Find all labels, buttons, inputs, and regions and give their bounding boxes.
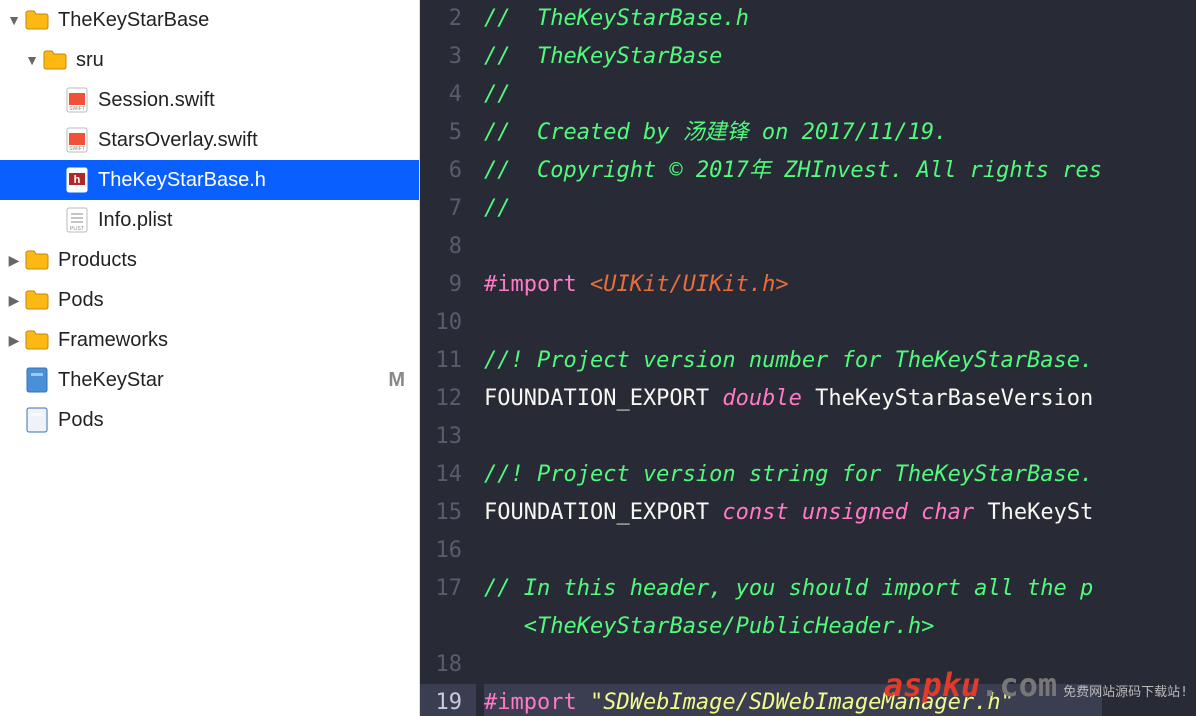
tree-row-label: StarsOverlay.swift	[98, 129, 258, 152]
line-number: 9	[420, 266, 476, 304]
tree-row[interactable]: ▶ Frameworks	[0, 320, 419, 360]
tree-row[interactable]: Pods	[0, 400, 419, 440]
line-number: 11	[420, 342, 476, 380]
code-line[interactable]: FOUNDATION_EXPORT const unsigned char Th…	[484, 494, 1102, 532]
code-content[interactable]: // TheKeyStarBase.h// TheKeyStarBase////…	[476, 0, 1102, 716]
line-gutter: 23456789101112131415161718192021	[420, 0, 476, 716]
code-line[interactable]: //	[484, 190, 1102, 228]
line-number: 19	[420, 684, 476, 716]
line-number: 10	[420, 304, 476, 342]
line-number: 14	[420, 456, 476, 494]
svg-text:SWIFT: SWIFT	[69, 106, 85, 112]
project-file-icon	[24, 407, 50, 433]
scm-status-badge: M	[388, 369, 405, 392]
code-line[interactable]: // TheKeyStarBase.h	[484, 0, 1102, 38]
code-line[interactable]	[484, 418, 1102, 456]
code-line[interactable]: // Copyright © 2017年 ZHInvest. All right…	[484, 152, 1102, 190]
line-number: 6	[420, 152, 476, 190]
folder-icon	[24, 7, 50, 33]
code-line[interactable]	[484, 532, 1102, 570]
watermark-logo-b: .com	[980, 666, 1057, 704]
line-number: 7	[420, 190, 476, 228]
tree-row[interactable]: ▶ Pods	[0, 280, 419, 320]
code-line[interactable]	[484, 228, 1102, 266]
tree-row[interactable]: PLIST Info.plist	[0, 200, 419, 240]
line-number: 8	[420, 228, 476, 266]
line-number: 18	[420, 646, 476, 684]
line-number	[420, 608, 476, 646]
watermark: aspku.com 免费网站源码下载站!	[884, 666, 1188, 712]
line-number: 17	[420, 570, 476, 608]
code-line[interactable]: <TheKeyStarBase/PublicHeader.h>	[484, 608, 1102, 646]
line-number: 16	[420, 532, 476, 570]
line-number: 5	[420, 114, 476, 152]
swift-file-icon: SWIFT	[64, 127, 90, 153]
tree-row[interactable]: ▼ TheKeyStarBase	[0, 0, 419, 40]
tree-row-label: TheKeyStarBase	[58, 9, 209, 32]
line-number: 4	[420, 76, 476, 114]
line-number: 2	[420, 0, 476, 38]
chevron-right-icon[interactable]: ▶	[6, 332, 22, 348]
tree-row-label: Pods	[58, 409, 104, 432]
code-line[interactable]: #import <UIKit/UIKit.h>	[484, 266, 1102, 304]
tree-row-label: Pods	[58, 289, 104, 312]
tree-row-label: Products	[58, 249, 137, 272]
code-editor[interactable]: 23456789101112131415161718192021 // TheK…	[420, 0, 1196, 716]
code-line[interactable]	[484, 304, 1102, 342]
svg-text:PLIST: PLIST	[70, 226, 84, 232]
line-number: 3	[420, 38, 476, 76]
watermark-tagline: 免费网站源码下载站!	[1063, 674, 1188, 712]
tree-row[interactable]: h TheKeyStarBase.h	[0, 160, 419, 200]
folder-icon	[24, 327, 50, 353]
tree-row-label: Session.swift	[98, 89, 215, 112]
svg-text:SWIFT: SWIFT	[69, 146, 85, 152]
code-line[interactable]: //	[484, 76, 1102, 114]
code-line[interactable]: // Created by 汤建锋 on 2017/11/19.	[484, 114, 1102, 152]
tree-row[interactable]: TheKeyStar M	[0, 360, 419, 400]
tree-row-label: TheKeyStarBase.h	[98, 169, 266, 192]
folder-icon	[24, 247, 50, 273]
file-navigator[interactable]: ▼TheKeyStarBase▼sruSWIFTSession.swiftSWI…	[0, 0, 420, 716]
svg-text:h: h	[74, 174, 81, 186]
tree-row[interactable]: ▼ sru	[0, 40, 419, 80]
plist-file-icon: PLIST	[64, 207, 90, 233]
tree-row-label: TheKeyStar	[58, 369, 164, 392]
line-number: 12	[420, 380, 476, 418]
chevron-down-icon[interactable]: ▼	[24, 52, 40, 68]
folder-icon	[24, 287, 50, 313]
folder-icon	[42, 47, 68, 73]
code-line[interactable]: //! Project version number for TheKeySta…	[484, 342, 1102, 380]
chevron-right-icon[interactable]: ▶	[6, 292, 22, 308]
project-file-icon	[24, 367, 50, 393]
code-line[interactable]: // TheKeyStarBase	[484, 38, 1102, 76]
tree-row[interactable]: SWIFT Session.swift	[0, 80, 419, 120]
code-line[interactable]: FOUNDATION_EXPORT double TheKeyStarBaseV…	[484, 380, 1102, 418]
tree-row[interactable]: SWIFT StarsOverlay.swift	[0, 120, 419, 160]
line-number: 13	[420, 418, 476, 456]
watermark-logo-a: aspku	[884, 666, 980, 704]
tree-row-label: Info.plist	[98, 209, 172, 232]
header-file-icon: h	[64, 167, 90, 193]
chevron-down-icon[interactable]: ▼	[6, 12, 22, 28]
swift-file-icon: SWIFT	[64, 87, 90, 113]
tree-row-label: sru	[76, 49, 104, 72]
chevron-right-icon[interactable]: ▶	[6, 252, 22, 268]
code-line[interactable]: // In this header, you should import all…	[484, 570, 1102, 608]
tree-row-label: Frameworks	[58, 329, 168, 352]
line-number: 15	[420, 494, 476, 532]
tree-row[interactable]: ▶ Products	[0, 240, 419, 280]
code-line[interactable]: //! Project version string for TheKeySta…	[484, 456, 1102, 494]
